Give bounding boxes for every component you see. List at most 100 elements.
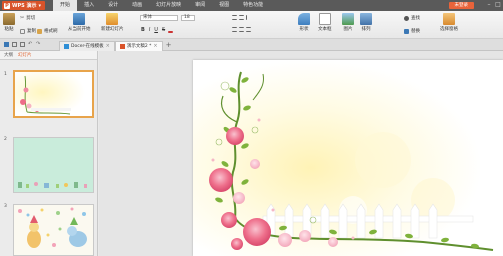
picture-label: 图片 xyxy=(343,27,353,32)
arrange-label: 排列 xyxy=(361,27,371,32)
new-slide-button[interactable]: 新建幻灯片 xyxy=(101,13,124,32)
picture-button[interactable]: 图片 xyxy=(342,13,354,32)
save-icon[interactable] xyxy=(4,42,9,47)
scissors-icon: ✂ xyxy=(20,15,25,21)
copy-button[interactable]: 复制 xyxy=(20,28,36,34)
cartoon-slide-thumbnail xyxy=(14,205,93,255)
new-slide-icon xyxy=(106,13,119,25)
arrange-button[interactable]: 排列 xyxy=(360,13,372,32)
font-size-select[interactable]: 18 xyxy=(181,15,195,21)
slide-number: 3 xyxy=(4,204,7,209)
font-name-select[interactable]: 宋体 xyxy=(140,15,178,21)
slide-thumbnail-1[interactable] xyxy=(13,70,94,118)
textbox-label: 文本框 xyxy=(318,27,332,32)
textbox-icon xyxy=(318,13,331,25)
title-bar: P WPS 演示 ▾ 开始 插入 设计 动画 幻灯片放映 审阅 视图 特色功能 … xyxy=(0,0,503,11)
slide-thumbnail-3[interactable] xyxy=(13,204,94,256)
slide-thumbnail-2[interactable] xyxy=(13,137,94,193)
wps-logo-icon: P xyxy=(4,2,10,9)
floral-corner-decoration xyxy=(193,60,503,256)
bullet-list-icon[interactable] xyxy=(232,15,237,20)
docer-icon xyxy=(64,43,69,49)
ribbon-toolbar: 粘贴 ✂ 剪切 复制 格式刷 从当前开始 新建幻灯片 宋体 18 B I U S xyxy=(0,11,503,39)
wps-app-menu-button[interactable]: P WPS 演示 ▾ xyxy=(2,1,46,10)
align-right-icon[interactable] xyxy=(246,27,251,32)
maximize-icon[interactable]: □ xyxy=(495,1,501,9)
textbox-button[interactable]: 文本框 xyxy=(318,13,332,32)
current-slide[interactable] xyxy=(193,60,503,256)
add-tab-icon[interactable]: + xyxy=(166,41,172,49)
align-tools xyxy=(232,27,251,32)
app-name: WPS 演示 xyxy=(12,3,37,9)
select-pane-button[interactable]: 选择窗格 xyxy=(440,13,458,32)
open-icon[interactable] xyxy=(12,42,17,47)
paragraph-tools xyxy=(232,15,251,20)
clipboard-icon xyxy=(3,13,15,25)
menu-tab-home[interactable]: 开始 xyxy=(53,0,78,11)
replace-label: 替换 xyxy=(411,29,420,34)
select-pane-icon xyxy=(443,13,455,25)
slide-number: 1 xyxy=(4,72,7,77)
tab-outline[interactable]: 大纲 xyxy=(4,52,13,58)
format-painter-label: 格式刷 xyxy=(44,29,58,34)
redo-icon[interactable]: ↷ xyxy=(36,42,41,47)
format-painter-button[interactable]: 格式刷 xyxy=(37,28,58,34)
replace-icon xyxy=(404,28,409,34)
numbered-list-icon[interactable] xyxy=(239,15,244,20)
arrange-icon xyxy=(360,13,372,25)
brush-icon xyxy=(37,28,42,34)
tab-presentation-label: 演示文稿2 * xyxy=(126,44,152,49)
binoculars-icon xyxy=(404,15,409,21)
login-button[interactable]: 未登录 xyxy=(448,2,474,9)
presentation-file-icon xyxy=(119,43,125,49)
close-icon[interactable]: × xyxy=(153,43,157,49)
green-slide-thumbnail xyxy=(14,138,93,192)
minimize-icon[interactable]: – xyxy=(486,1,492,9)
find-button[interactable]: 查找 xyxy=(404,15,420,21)
find-label: 查找 xyxy=(411,16,420,21)
paste-button[interactable]: 粘贴 xyxy=(3,13,15,32)
close-icon[interactable]: × xyxy=(106,43,110,49)
bold-button[interactable]: B xyxy=(140,27,146,33)
replace-button[interactable]: 替换 xyxy=(404,28,420,34)
tab-docer-templates[interactable]: Docer-在线模板 × xyxy=(59,40,115,51)
shape-button[interactable]: 形状 xyxy=(298,13,310,32)
slide-number: 2 xyxy=(4,137,7,142)
menu-tab-view[interactable]: 视图 xyxy=(212,0,236,11)
tab-docer-label: Docer-在线模板 xyxy=(71,44,104,49)
document-tab-bar: ↶ ↷ Docer-在线模板 × 演示文稿2 * × + xyxy=(0,39,503,51)
indent-icon[interactable] xyxy=(246,15,251,20)
align-left-icon[interactable] xyxy=(232,27,237,32)
from-current-label: 从当前开始 xyxy=(68,27,91,32)
undo-icon[interactable]: ↶ xyxy=(28,42,33,47)
menu-tabs: 开始 插入 设计 动画 幻灯片放映 审阅 视图 特色功能 xyxy=(53,0,270,11)
shape-label: 形状 xyxy=(299,27,309,32)
floral-slide-thumbnail xyxy=(15,72,92,116)
cut-button[interactable]: ✂ 剪切 xyxy=(20,15,35,21)
print-icon[interactable] xyxy=(20,42,25,47)
align-center-icon[interactable] xyxy=(239,27,244,32)
font-color-icon[interactable] xyxy=(168,30,174,33)
menu-tab-review[interactable]: 审阅 xyxy=(188,0,212,11)
menu-tab-design[interactable]: 设计 xyxy=(101,0,125,11)
quick-access-toolbar: ↶ ↷ xyxy=(4,42,41,47)
menu-tab-slideshow[interactable]: 幻灯片放映 xyxy=(149,0,188,11)
window-controls: – □ xyxy=(486,1,501,9)
menu-tab-animation[interactable]: 动画 xyxy=(125,0,149,11)
new-slide-label: 新建幻灯片 xyxy=(101,27,124,32)
cut-label: 剪切 xyxy=(26,16,36,21)
from-current-slide-button[interactable]: 从当前开始 xyxy=(68,13,91,32)
tab-slides[interactable]: 幻灯片 xyxy=(18,52,32,58)
underline-button[interactable]: U xyxy=(153,27,159,33)
copy-icon xyxy=(20,28,25,34)
strikethrough-button[interactable]: S xyxy=(161,27,166,33)
menu-tab-insert[interactable]: 插入 xyxy=(77,0,101,11)
picture-icon xyxy=(342,13,354,25)
tab-presentation[interactable]: 演示文稿2 * × xyxy=(114,40,163,51)
italic-button[interactable]: I xyxy=(148,27,151,33)
slide-editing-area xyxy=(99,51,503,256)
format-buttons: B I U S xyxy=(140,27,174,33)
select-pane-label: 选择窗格 xyxy=(440,27,458,32)
panel-tabs: 大纲 幻灯片 xyxy=(0,51,97,60)
menu-tab-special[interactable]: 特色功能 xyxy=(236,0,270,11)
